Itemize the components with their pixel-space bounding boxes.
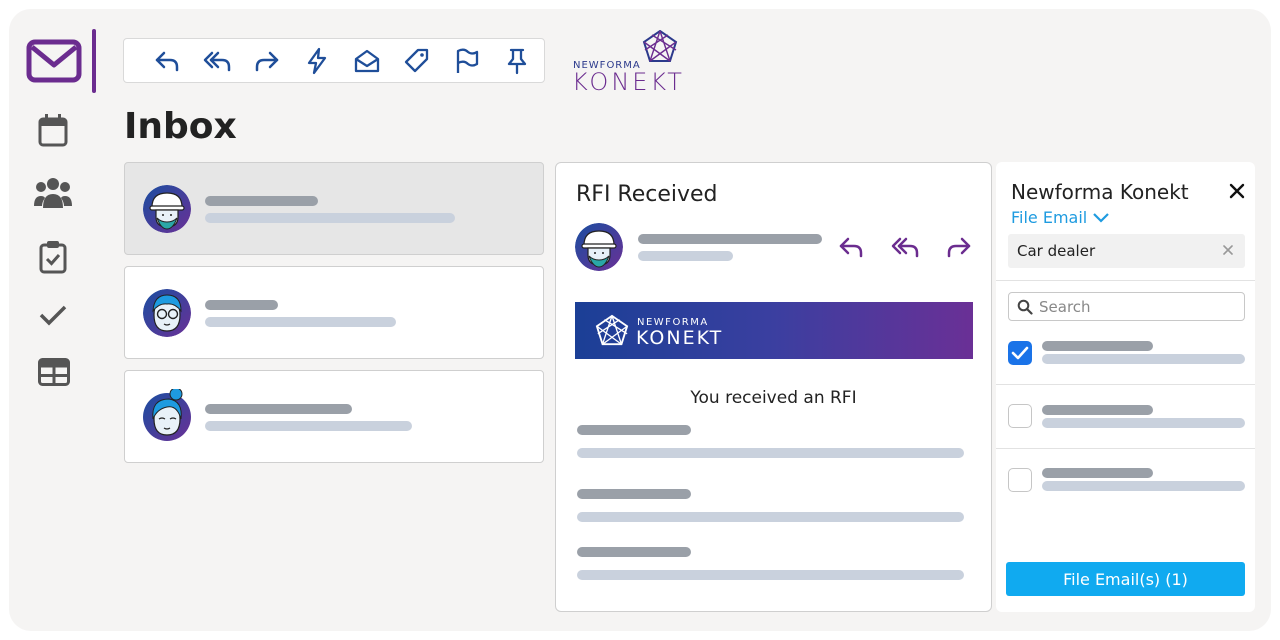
sender-avatar bbox=[575, 223, 623, 271]
sender-address-placeholder bbox=[638, 251, 733, 261]
folder-name-placeholder bbox=[1042, 341, 1153, 351]
body-line-placeholder bbox=[577, 448, 964, 458]
message-item[interactable] bbox=[124, 162, 544, 255]
woman-bun-avatar bbox=[143, 389, 191, 441]
reply-icon[interactable] bbox=[833, 231, 869, 263]
folder-checkbox[interactable] bbox=[1008, 468, 1032, 492]
folder-checkbox[interactable] bbox=[1008, 404, 1032, 428]
close-icon[interactable] bbox=[1227, 180, 1247, 202]
file-email-label: File Email bbox=[1011, 208, 1088, 227]
forward-icon[interactable] bbox=[242, 41, 292, 81]
konekt-logo-mark-icon bbox=[595, 314, 629, 346]
body-line-placeholder bbox=[577, 570, 964, 580]
divider bbox=[996, 384, 1255, 385]
open-envelope-icon[interactable] bbox=[342, 41, 392, 81]
body-line-placeholder bbox=[577, 425, 691, 435]
glasses-man-avatar bbox=[143, 289, 191, 337]
rail-active-indicator bbox=[92, 29, 96, 93]
flag-icon[interactable] bbox=[442, 41, 492, 81]
search-icon bbox=[1017, 299, 1033, 315]
message-subject-placeholder bbox=[205, 421, 412, 431]
chevron-down-icon bbox=[1093, 212, 1110, 223]
pin-icon[interactable] bbox=[492, 41, 542, 81]
forward-icon[interactable] bbox=[941, 231, 977, 263]
divider bbox=[996, 448, 1255, 449]
reply-all-icon[interactable] bbox=[887, 231, 923, 263]
page-title: Inbox bbox=[124, 106, 237, 147]
clear-icon[interactable] bbox=[1221, 243, 1235, 257]
folder-checkbox[interactable] bbox=[1008, 341, 1032, 365]
tasks-icon[interactable] bbox=[39, 240, 67, 274]
message-item[interactable] bbox=[124, 370, 544, 463]
checkmark-icon[interactable] bbox=[38, 303, 68, 327]
newforma-konekt-logo: NEWFORMA KONEKT bbox=[572, 29, 685, 96]
mail-icon[interactable] bbox=[26, 38, 82, 84]
email-actions bbox=[833, 231, 977, 263]
konekt-logo-mark-icon bbox=[642, 29, 678, 69]
search-input[interactable] bbox=[1039, 297, 1229, 316]
tag-icon[interactable] bbox=[392, 41, 442, 81]
file-email-dropdown[interactable]: File Email bbox=[1011, 208, 1110, 227]
search-field[interactable] bbox=[1008, 292, 1245, 321]
action-toolbar bbox=[123, 38, 545, 83]
folder-name-placeholder bbox=[1042, 468, 1153, 478]
panel-title: Newforma Konekt bbox=[1011, 180, 1189, 204]
project-chip-label: Car dealer bbox=[1017, 242, 1096, 260]
reply-all-icon[interactable] bbox=[192, 41, 242, 81]
table-icon[interactable] bbox=[38, 358, 70, 386]
message-subject-placeholder bbox=[205, 317, 396, 327]
project-chip: Car dealer bbox=[1008, 234, 1245, 268]
lightning-icon[interactable] bbox=[292, 41, 342, 81]
logo-big-text: KONEKT bbox=[572, 68, 685, 96]
reply-icon[interactable] bbox=[142, 41, 192, 81]
folder-name-placeholder bbox=[1042, 405, 1153, 415]
divider bbox=[996, 280, 1255, 281]
email-subject: RFI Received bbox=[576, 182, 718, 207]
folder-path-placeholder bbox=[1042, 354, 1245, 364]
body-line-placeholder bbox=[577, 489, 691, 499]
construction-worker-avatar bbox=[143, 185, 191, 233]
message-sender-placeholder bbox=[205, 404, 352, 414]
file-emails-button[interactable]: File Email(s) (1) bbox=[1006, 562, 1245, 596]
message-item[interactable] bbox=[124, 266, 544, 359]
message-sender-placeholder bbox=[205, 196, 318, 206]
konekt-addin-panel: Newforma Konekt File Email Car dealer Fi… bbox=[996, 162, 1255, 612]
folder-path-placeholder bbox=[1042, 418, 1245, 428]
sender-name-placeholder bbox=[638, 234, 822, 244]
email-body-heading: You received an RFI bbox=[690, 388, 857, 408]
body-line-placeholder bbox=[577, 547, 691, 557]
people-icon[interactable] bbox=[33, 176, 73, 210]
konekt-email-banner: NEWFORMA KONEKT bbox=[575, 302, 973, 359]
message-subject-placeholder bbox=[205, 213, 455, 223]
message-sender-placeholder bbox=[205, 300, 278, 310]
folder-path-placeholder bbox=[1042, 481, 1245, 491]
banner-big-text: KONEKT bbox=[636, 327, 724, 349]
reading-pane: RFI Received NEWFORMA KONEKT You receive… bbox=[555, 162, 992, 612]
body-line-placeholder bbox=[577, 512, 964, 522]
calendar-icon[interactable] bbox=[38, 113, 68, 147]
